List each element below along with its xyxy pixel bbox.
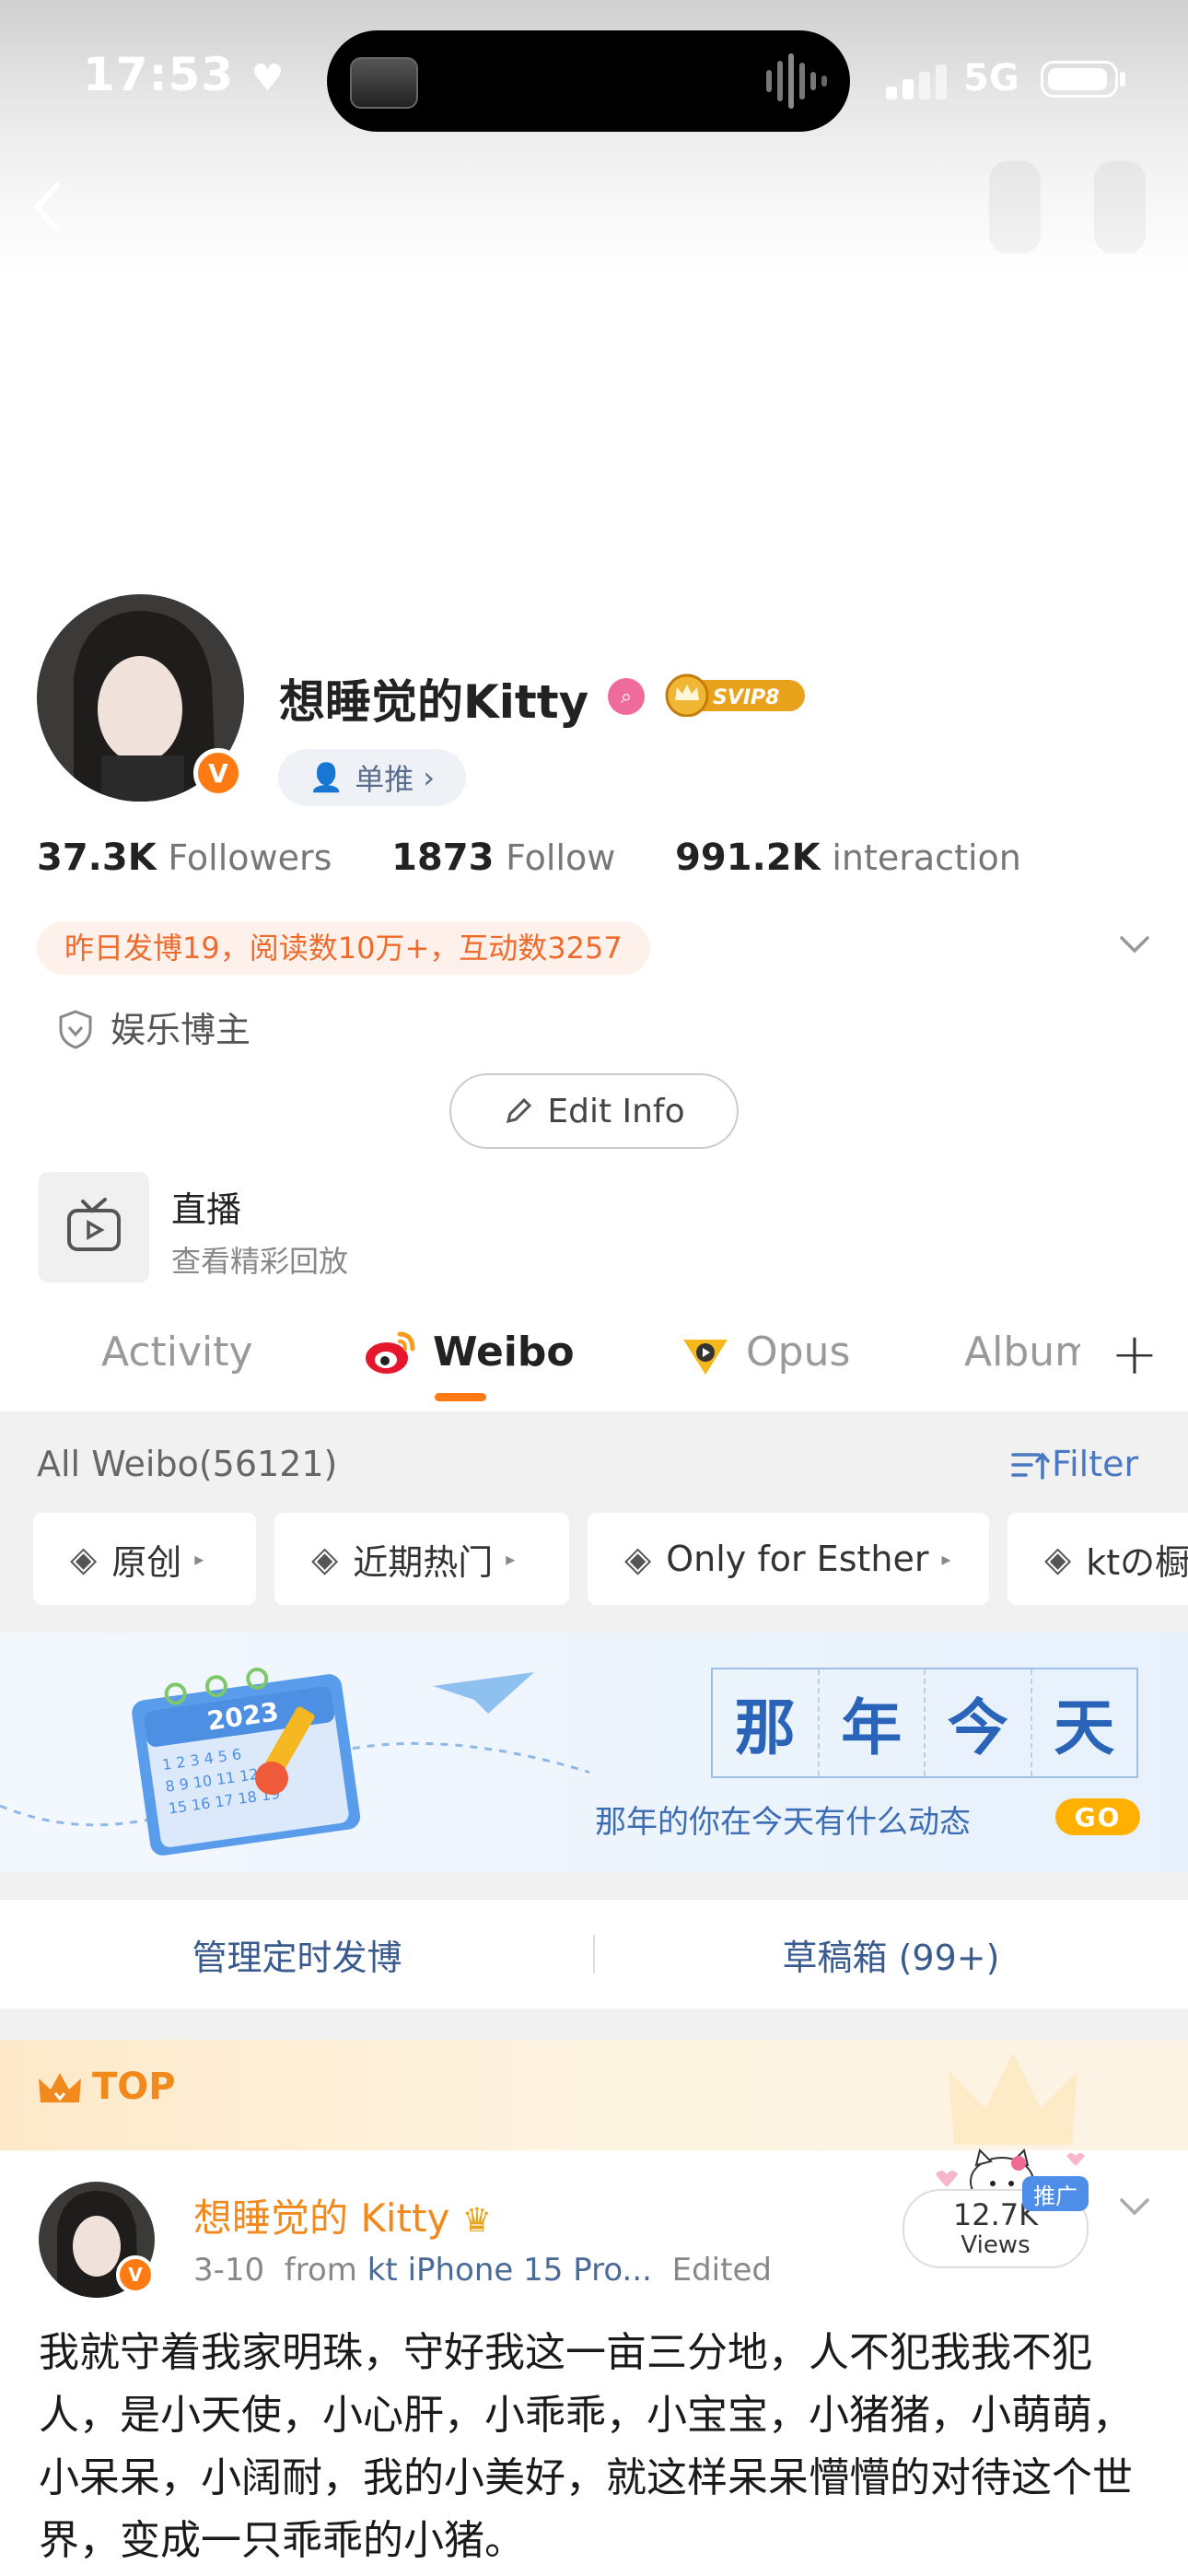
add-tab-icon[interactable]: + bbox=[1111, 1326, 1159, 1383]
chip-label: 原创 bbox=[111, 1541, 182, 1583]
tab-activity[interactable]: Activity bbox=[101, 1329, 253, 1376]
all-weibo-count: All Weibo(56121) bbox=[37, 1444, 338, 1484]
chip-recent-hot[interactable]: ◈ 近期热门 ▸ bbox=[274, 1513, 569, 1605]
title-char: 天 bbox=[1054, 1692, 1115, 1763]
live-tile[interactable] bbox=[39, 1172, 149, 1282]
opus-icon bbox=[683, 1340, 728, 1375]
chevron-right-icon: ▸ bbox=[941, 1548, 951, 1570]
live-subtitle: 查看精彩回放 bbox=[171, 1244, 349, 1279]
title-char: 那 bbox=[713, 1669, 820, 1776]
network-type: 5G bbox=[963, 57, 1019, 100]
tab-weibo[interactable]: Weibo bbox=[433, 1329, 575, 1376]
calendar-illustration: 2023 1 2 3 4 5 68 9 10 11 1215 16 17 18 … bbox=[0, 1667, 589, 1856]
status-time: 17:53 ♥ bbox=[83, 48, 285, 101]
chip-kt-showcase[interactable]: ◈ ktの橱 bbox=[1007, 1513, 1188, 1605]
chip-only-for-esther[interactable]: ◈ Only for Esther ▸ bbox=[588, 1513, 989, 1605]
post-meta: 3-10 from kt iPhone 15 Pro... Edited bbox=[193, 2252, 772, 2289]
tab-album[interactable]: Album bbox=[964, 1329, 1080, 1376]
svip-badge[interactable]: SVIP8 bbox=[661, 673, 809, 717]
title-char: 年 bbox=[820, 1669, 926, 1776]
promote-badge[interactable]: 推广 bbox=[1022, 2176, 1089, 2211]
live-title[interactable]: 直播 bbox=[171, 1181, 241, 1232]
single-push-tag[interactable]: 👤 单推 › bbox=[278, 749, 466, 806]
pencil-icon bbox=[507, 1097, 532, 1124]
verified-badge-icon: V bbox=[193, 748, 243, 798]
audio-wave-icon bbox=[766, 53, 827, 109]
more-button[interactable] bbox=[1094, 161, 1146, 253]
post-menu-chevron-icon[interactable] bbox=[1116, 2193, 1153, 2220]
active-tab-indicator bbox=[435, 1393, 486, 1401]
tab-opus[interactable]: Opus bbox=[746, 1329, 850, 1376]
filter-icon bbox=[1011, 1452, 1050, 1480]
profile-stats: 37.3K Followers 1873 Follow 991.2K inter… bbox=[37, 837, 1069, 879]
banner-subtitle: 那年的你在今天有什么动态 bbox=[595, 1804, 971, 1841]
battery-tip bbox=[1120, 72, 1125, 87]
followers-label[interactable]: Followers bbox=[168, 837, 332, 878]
followers-count[interactable]: 37.3K bbox=[37, 837, 157, 879]
layers-icon: ◈ bbox=[311, 1539, 339, 1579]
post-date: 3-10 bbox=[193, 2252, 265, 2289]
drafts-button[interactable]: 草稿箱 (99+) bbox=[594, 1900, 1188, 2008]
chip-label: Only for Esther bbox=[666, 1539, 929, 1579]
search-button[interactable] bbox=[989, 161, 1041, 253]
category-row[interactable]: 娱乐博主 bbox=[57, 1001, 250, 1052]
post-author-label: 想睡觉的 Kitty bbox=[193, 2195, 450, 2241]
member-badge-icon[interactable]: ⌕ bbox=[608, 678, 645, 715]
chevron-right-icon: ▸ bbox=[194, 1548, 204, 1570]
interaction-count: 991.2K bbox=[675, 837, 821, 879]
crown-icon bbox=[39, 2073, 81, 2102]
weibo-logo-icon bbox=[366, 1331, 415, 1374]
edit-info-button[interactable]: Edit Info bbox=[449, 1073, 739, 1149]
signal-icon bbox=[886, 63, 952, 100]
layers-icon: ◈ bbox=[1044, 1539, 1072, 1579]
user-icon: 👤 bbox=[309, 761, 344, 794]
chevron-right-icon: › bbox=[423, 760, 436, 795]
follow-label[interactable]: Follow bbox=[506, 837, 615, 878]
section-gap bbox=[0, 1872, 1188, 1900]
post-edited[interactable]: Edited bbox=[672, 2252, 772, 2289]
post-from: from bbox=[284, 2252, 357, 2289]
category-label: 娱乐博主 bbox=[111, 1010, 251, 1050]
section-gap bbox=[0, 2008, 1188, 2040]
post-text[interactable]: 我就守着我家明珠，守好我这一亩三分地，人不犯我我不犯人，是小天使，小心肝，小乖乖… bbox=[39, 2322, 1153, 2572]
svg-text:SVIP8: SVIP8 bbox=[713, 686, 780, 709]
go-button[interactable]: GO bbox=[1055, 1798, 1140, 1835]
edit-info-label: Edit Info bbox=[547, 1092, 685, 1130]
filter-label: Filter bbox=[1052, 1444, 1139, 1484]
layers-icon: ◈ bbox=[624, 1539, 652, 1579]
chip-label: ktの橱 bbox=[1086, 1541, 1188, 1583]
filter-button[interactable]: Filter bbox=[1011, 1444, 1138, 1484]
views-label: Views bbox=[961, 2231, 1031, 2259]
tv-icon bbox=[67, 1198, 121, 1251]
verified-badge-icon: V bbox=[116, 2255, 155, 2294]
activity-notice[interactable]: 昨日发博19，阅读数10万+，互动数3257 bbox=[37, 921, 650, 975]
chip-label: 近期热门 bbox=[353, 1541, 494, 1583]
on-this-day-title: 那 年 今 天 bbox=[711, 1668, 1138, 1778]
single-push-label: 单推 bbox=[355, 762, 414, 797]
post-author[interactable]: 想睡觉的 Kitty ♛ bbox=[193, 2187, 492, 2243]
post-source[interactable]: kt iPhone 15 Pro... bbox=[367, 2252, 652, 2289]
profile-name: 想睡觉的Kitty bbox=[279, 675, 589, 729]
follow-count[interactable]: 1873 bbox=[391, 837, 494, 879]
pinned-label: TOP bbox=[92, 2066, 176, 2108]
manage-scheduled-button[interactable]: 管理定时发博 bbox=[0, 1900, 594, 2008]
interaction-label: interaction bbox=[832, 837, 1021, 878]
chip-original[interactable]: ◈ 原创 ▸ bbox=[33, 1513, 256, 1605]
crown-badge-icon: ♛ bbox=[461, 2202, 492, 2240]
battery-icon bbox=[1041, 61, 1118, 98]
now-playing-thumbnail bbox=[350, 57, 418, 109]
title-char: 今 bbox=[926, 1669, 1032, 1776]
chevron-right-icon: ▸ bbox=[506, 1548, 516, 1570]
back-icon[interactable] bbox=[28, 180, 70, 235]
layers-icon: ◈ bbox=[70, 1539, 98, 1579]
chevron-down-icon[interactable] bbox=[1116, 931, 1153, 958]
shield-icon bbox=[59, 1010, 92, 1049]
